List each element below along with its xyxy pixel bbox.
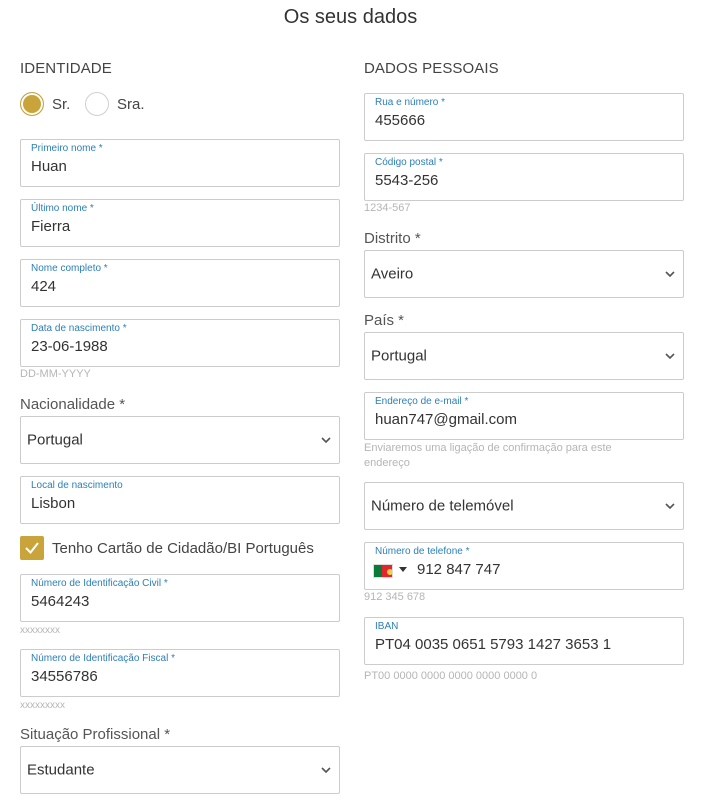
tax-id-label: Número de Identificação Fiscal * bbox=[31, 653, 175, 664]
phone-hint: 912 345 678 bbox=[364, 591, 426, 603]
phone-type-value: Número de telemóvel bbox=[371, 497, 514, 515]
salutation-mrs-radio[interactable]: Sra. bbox=[85, 92, 145, 116]
professional-status-label: Situação Profissional * bbox=[20, 726, 171, 743]
last-name-field[interactable]: Último nome * Fierra bbox=[20, 199, 340, 247]
last-name-label: Último nome * bbox=[31, 203, 94, 214]
citizen-card-checkbox[interactable] bbox=[20, 536, 44, 560]
salutation-mr-radio[interactable]: Sr. bbox=[20, 92, 70, 116]
email-value[interactable]: huan747@gmail.com bbox=[375, 411, 517, 428]
nationality-label: Nacionalidade * bbox=[20, 396, 126, 413]
iban-hint: PT00 0000 0000 0000 0000 0000 0 bbox=[364, 670, 538, 682]
country-value: Portugal bbox=[371, 347, 427, 365]
district-label: Distrito * bbox=[364, 230, 421, 247]
chevron-down-icon bbox=[321, 767, 331, 774]
chevron-down-icon bbox=[665, 353, 675, 360]
caret-down-icon[interactable] bbox=[399, 567, 407, 572]
radio-unselected-icon[interactable] bbox=[85, 92, 109, 116]
iban-label: IBAN bbox=[375, 621, 399, 632]
phone-field[interactable]: Número de telefone * 912 847 747 bbox=[364, 542, 684, 590]
nationality-value: Portugal bbox=[27, 431, 83, 449]
portugal-flag-icon[interactable] bbox=[373, 564, 393, 578]
civil-id-field[interactable]: Número de Identificação Civil * 5464243 bbox=[20, 574, 340, 622]
postal-code-value[interactable]: 5543-256 bbox=[375, 172, 438, 189]
personal-heading: DADOS PESSOAIS bbox=[364, 60, 499, 77]
birth-place-value[interactable]: Lisbon bbox=[31, 495, 75, 512]
full-name-field[interactable]: Nome completo * 424 bbox=[20, 259, 340, 307]
page-title: Os seus dados bbox=[283, 6, 418, 28]
country-select[interactable]: Portugal bbox=[364, 332, 684, 380]
chevron-down-icon bbox=[665, 503, 675, 510]
postal-code-label: Código postal * bbox=[375, 157, 443, 168]
street-field[interactable]: Rua e número * 455666 bbox=[364, 93, 684, 141]
identity-heading: IDENTIDADE bbox=[20, 60, 112, 77]
phone-label: Número de telefone * bbox=[375, 546, 470, 557]
citizen-card-label[interactable]: Tenho Cartão de Cidadão/BI Português bbox=[52, 540, 314, 557]
birth-date-label: Data de nascimento * bbox=[31, 323, 127, 334]
chevron-down-icon bbox=[321, 437, 331, 444]
email-hint-line2: endereço bbox=[364, 457, 410, 469]
professional-status-select[interactable]: Estudante bbox=[20, 746, 340, 794]
civil-id-label: Número de Identificação Civil * bbox=[31, 578, 168, 589]
civil-id-hint: xxxxxxxx bbox=[20, 625, 60, 636]
first-name-label: Primeiro nome * bbox=[31, 143, 103, 154]
civil-id-value[interactable]: 5464243 bbox=[31, 593, 89, 610]
email-field[interactable]: Endereço de e-mail * huan747@gmail.com bbox=[364, 392, 684, 440]
tax-id-value[interactable]: 34556786 bbox=[31, 668, 98, 685]
birth-date-field[interactable]: Data de nascimento * 23-06-1988 bbox=[20, 319, 340, 367]
birth-place-label: Local de nascimento bbox=[31, 480, 123, 491]
first-name-value[interactable]: Huan bbox=[31, 158, 67, 175]
country-label: País * bbox=[364, 312, 405, 329]
radio-selected-icon[interactable] bbox=[20, 92, 44, 116]
birth-date-value[interactable]: 23-06-1988 bbox=[31, 338, 108, 355]
phone-value[interactable]: 912 847 747 bbox=[417, 561, 500, 578]
iban-value[interactable]: PT04 0035 0651 5793 1427 3653 1 bbox=[375, 636, 611, 653]
tax-id-field[interactable]: Número de Identificação Fiscal * 3455678… bbox=[20, 649, 340, 697]
email-hint-line1: Enviaremos uma ligação de confirmação pa… bbox=[364, 442, 612, 454]
salutation-mrs-label: Sra. bbox=[117, 95, 145, 113]
tax-id-hint: xxxxxxxxx bbox=[20, 700, 65, 711]
phone-type-select[interactable]: Número de telemóvel bbox=[364, 482, 684, 530]
postal-code-hint: 1234-567 bbox=[364, 202, 411, 214]
iban-field[interactable]: IBAN PT04 0035 0651 5793 1427 3653 1 bbox=[364, 617, 684, 665]
birth-date-hint: DD-MM-YYYY bbox=[20, 368, 91, 380]
nationality-select[interactable]: Portugal bbox=[20, 416, 340, 464]
postal-code-field[interactable]: Código postal * 5543-256 bbox=[364, 153, 684, 201]
email-label: Endereço de e-mail * bbox=[375, 396, 469, 407]
street-label: Rua e número * bbox=[375, 97, 446, 108]
birth-place-field[interactable]: Local de nascimento Lisbon bbox=[20, 476, 340, 524]
chevron-down-icon bbox=[665, 271, 675, 278]
professional-status-value: Estudante bbox=[27, 761, 95, 779]
full-name-label: Nome completo * bbox=[31, 263, 108, 274]
district-value: Aveiro bbox=[371, 265, 414, 283]
street-value[interactable]: 455666 bbox=[375, 112, 425, 129]
full-name-value[interactable]: 424 bbox=[31, 278, 56, 295]
first-name-field[interactable]: Primeiro nome * Huan bbox=[20, 139, 340, 187]
last-name-value[interactable]: Fierra bbox=[31, 218, 70, 235]
checkmark-icon bbox=[25, 542, 39, 555]
salutation-mr-label: Sr. bbox=[52, 95, 71, 113]
district-select[interactable]: Aveiro bbox=[364, 250, 684, 298]
